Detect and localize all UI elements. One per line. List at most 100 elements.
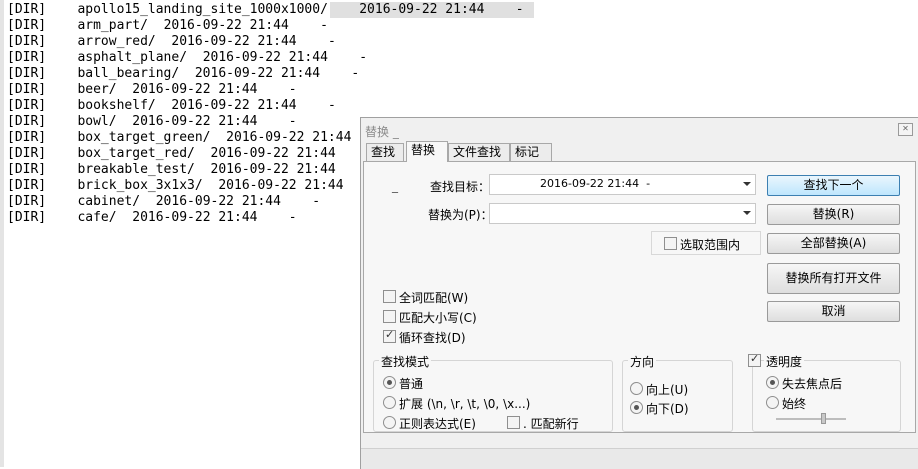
dir-name: apollo15_landing_site_1000x1000/	[77, 2, 328, 17]
match-case-checkbox[interactable]	[383, 310, 396, 323]
find-combobox[interactable]: 2016-09-22 21:44 -	[489, 174, 756, 195]
direction-title: 方向	[628, 353, 657, 370]
dir-size: -	[312, 194, 321, 209]
dir-date: 2016-09-22 21:44	[226, 130, 352, 145]
dir-tag: [DIR]	[7, 130, 47, 145]
dir-tag: [DIR]	[7, 178, 47, 193]
dir-name: box_target_green/	[77, 130, 211, 145]
match-case-label: 匹配大小写(C)	[399, 311, 477, 325]
dialog-titlebar[interactable]: 替换 _ ✕	[361, 118, 918, 142]
dir-tag: [DIR]	[7, 2, 47, 17]
dir-tag: [DIR]	[7, 18, 47, 33]
editor-line: [DIR] arrow_red/ 2016-09-22 21:44 -	[7, 34, 336, 50]
dir-tag: [DIR]	[7, 162, 47, 177]
dir-name: bookshelf/	[77, 98, 156, 113]
dir-name: bowl/	[77, 114, 117, 129]
in-selection-label: 选取范围内	[680, 238, 741, 252]
dir-size: -	[320, 18, 328, 33]
dot-newline-checkbox[interactable]	[507, 416, 520, 429]
dir-date: 2016-09-22 21:44	[171, 98, 297, 113]
dir-size: -	[288, 114, 297, 129]
editor-line: [DIR] box_target_red/ 2016-09-22 21:44	[7, 146, 367, 162]
dir-name: arrow_red/	[77, 34, 156, 49]
dir-tag: [DIR]	[7, 210, 47, 225]
transparency-checkbox[interactable]	[748, 352, 761, 367]
tab-mark[interactable]: 标记	[510, 143, 552, 161]
dir-tag: [DIR]	[7, 50, 47, 65]
editor-line: [DIR] ball_bearing/ 2016-09-22 21:44 -	[7, 66, 359, 82]
dir-name: arm_part/	[77, 18, 148, 33]
editor-line: [DIR] cabinet/ 2016-09-22 21:44 -	[7, 194, 320, 210]
editor-line-selected: [DIR] apollo15_landing_site_1000x1000/ 2…	[7, 2, 524, 18]
dir-date: 2016-09-22 21:44	[132, 210, 258, 225]
editor-line: [DIR] beer/ 2016-09-22 21:44 -	[7, 82, 297, 98]
dir-tag: [DIR]	[7, 98, 47, 113]
dir-name: brick_box_3x1x3/	[77, 178, 203, 193]
editor-line: [DIR] asphalt_plane/ 2016-09-22 21:44 -	[7, 50, 367, 66]
in-selection-box: 选取范围内	[651, 231, 761, 255]
dir-tag: [DIR]	[7, 82, 47, 97]
find-value: 2016-09-22 21:44 -	[540, 177, 651, 190]
dir-date: 2016-09-22 21:44	[359, 2, 485, 17]
wrap-around-label: 循环查找(D)	[399, 331, 466, 345]
dir-tag: [DIR]	[7, 146, 47, 161]
dir-size: -	[288, 82, 297, 97]
dir-size: -	[515, 2, 524, 17]
replace-all-open-files-button[interactable]: 替换所有打开文件	[767, 263, 900, 294]
dir-date: 2016-09-22 21:44	[210, 162, 336, 177]
direction-group: 方向 向上(U) 向下(D)	[622, 353, 733, 432]
dir-tag: [DIR]	[7, 194, 47, 209]
on-lose-focus-radio[interactable]	[766, 376, 779, 389]
replace-all-button[interactable]: 全部替换(A)	[767, 233, 900, 254]
replace-combobox[interactable]	[489, 203, 756, 224]
dir-date: 2016-09-22 21:44	[132, 114, 258, 129]
dir-name: breakable_test/	[77, 162, 195, 177]
close-icon[interactable]: ✕	[898, 123, 913, 136]
direction-down-radio[interactable]	[630, 401, 643, 414]
dir-date: 2016-09-22 21:44	[218, 178, 344, 193]
editor-line: [DIR] bowl/ 2016-09-22 21:44 -	[7, 114, 297, 130]
dir-name: ball_bearing/	[77, 66, 180, 81]
wrap-around-checkbox[interactable]	[383, 328, 396, 343]
chevron-down-icon[interactable]	[743, 211, 751, 215]
transparency-slider-thumb[interactable]	[821, 413, 826, 424]
editor-line: [DIR] cafe/ 2016-09-22 21:44 -	[7, 210, 297, 226]
editor-line: [DIR] brick_box_3x1x3/ 2016-09-22 21:44	[7, 178, 375, 194]
replace-dialog: 替换 _ ✕ 查找 替换 文件查找 标记 _ 查找目标： 2016-09-22 …	[360, 117, 918, 469]
regex-label: 正则表达式(E)	[399, 417, 476, 431]
normal-radio[interactable]	[383, 376, 396, 389]
whole-word-label: 全词匹配(W)	[399, 291, 469, 305]
editor-line: [DIR] breakable_test/ 2016-09-22 21:44	[7, 162, 367, 178]
replace-button[interactable]: 替换(R)	[767, 204, 900, 225]
dir-tag: [DIR]	[7, 66, 47, 81]
dialog-statusbar	[361, 448, 918, 469]
chevron-down-icon[interactable]	[743, 182, 751, 186]
tab-find-in-files[interactable]: 文件查找	[448, 143, 510, 161]
editor-line: [DIR] box_target_green/ 2016-09-22 21:44	[7, 130, 383, 146]
find-next-button[interactable]: 查找下一个	[767, 175, 900, 196]
on-lose-focus-label: 失去焦点后	[782, 377, 843, 391]
dir-name: cafe/	[77, 210, 117, 225]
cancel-button[interactable]: 取消	[767, 301, 900, 322]
whole-word-checkbox[interactable]	[383, 290, 396, 303]
direction-up-radio[interactable]	[630, 382, 643, 395]
regex-radio[interactable]	[383, 416, 396, 429]
dir-name: cabinet/	[77, 194, 141, 209]
dir-tag: [DIR]	[7, 34, 47, 49]
dir-name: box_target_red/	[77, 146, 195, 161]
dir-name: beer/	[77, 82, 117, 97]
always-radio[interactable]	[766, 396, 779, 409]
dir-date: 2016-09-22 21:44	[171, 34, 297, 49]
dir-date: 2016-09-22 21:44	[210, 146, 336, 161]
in-selection-checkbox[interactable]	[664, 237, 677, 250]
tab-find[interactable]: 查找	[366, 143, 404, 161]
dir-tag: [DIR]	[7, 114, 47, 129]
extended-radio[interactable]	[383, 396, 396, 409]
tab-replace[interactable]: 替换	[406, 141, 448, 162]
search-mode-title: 查找模式	[379, 353, 432, 370]
transparency-title: 透明度	[764, 353, 805, 370]
replace-tab-panel: _ 查找目标： 2016-09-22 21:44 - 替换为(P)： 查找下一个…	[363, 161, 916, 433]
find-prefix: _	[392, 179, 398, 193]
dir-size: -	[351, 66, 360, 81]
transparency-group: 透明度 失去焦点后 始终	[748, 352, 901, 432]
